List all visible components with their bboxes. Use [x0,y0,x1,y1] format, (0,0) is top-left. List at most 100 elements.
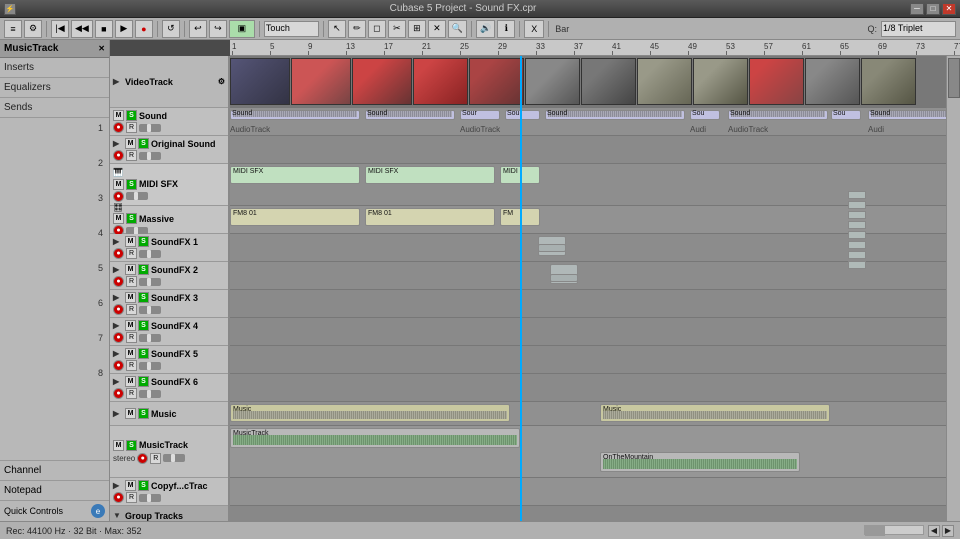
channel-item[interactable]: Channel [0,461,109,481]
track-row-sfx1[interactable] [230,234,946,262]
track-row-sfx4[interactable] [230,318,946,346]
sfx2-mute[interactable]: M [125,264,136,275]
erase-tool-btn[interactable]: ◻ [368,20,386,38]
sfx1-rec[interactable]: ● [113,248,124,259]
sfx4-mute[interactable]: M [125,320,136,331]
original-sound-mute-btn[interactable]: M [125,138,136,149]
copytrack-solo[interactable]: S [138,480,149,491]
scrollbar-thumb[interactable] [948,58,960,98]
music-solo[interactable]: S [138,408,149,419]
musictrack-level[interactable] [163,454,185,462]
musictrack-solo[interactable]: S [126,440,137,451]
mute-tool-btn[interactable]: ✕ [428,20,446,38]
sfx-r-clip-7[interactable] [848,251,866,259]
original-sound-solo-btn[interactable]: S [138,138,149,149]
prev-btn[interactable]: ◀◀ [71,20,93,38]
original-sound-monitor-btn[interactable]: R [126,150,137,161]
sfx3-solo[interactable]: S [138,292,149,303]
fm8-clip-3[interactable]: FM [500,208,540,226]
track-row-sfx5[interactable] [230,346,946,374]
sfx-r-clip-2[interactable] [848,201,866,209]
sfx3-rec[interactable]: ● [113,304,124,315]
sfx3-expand[interactable]: ▶ [113,293,123,303]
snap-off-btn[interactable]: X [524,20,544,38]
sfx6-rec[interactable]: ● [113,388,124,399]
midi-sfx-level[interactable] [126,192,148,200]
copytrack-rec[interactable]: ● [113,492,124,503]
sfx5-r[interactable]: R [126,360,137,371]
track-row-music[interactable]: Music Music [230,402,946,426]
quick-controls-btn[interactable]: e [91,504,105,518]
track-row-original-sound[interactable] [230,136,946,164]
midi-sfx-mute-btn[interactable]: M [113,179,124,190]
track-row-massive[interactable]: FM8 01 FM8 01 FM [230,206,946,234]
musictrack-r[interactable]: R [150,453,161,464]
music-expand[interactable]: ▶ [113,409,123,419]
draw-tool-btn[interactable]: ✏ [348,20,366,38]
sfx1-clip-b[interactable] [538,244,566,252]
sfx4-solo[interactable]: S [138,320,149,331]
track-row-musictrack[interactable]: MusicTrack OnTheMountain [230,426,946,478]
minimize-button[interactable]: ─ [910,3,924,15]
track-content[interactable]: Sound Sound Sour Sour Sound Sou [230,56,946,521]
sfx-r-clip-3[interactable] [848,211,866,219]
window-controls[interactable]: ─ □ ✕ [910,3,956,15]
fm8-clip-2[interactable]: FM8 01 [365,208,495,226]
sfx1-level[interactable] [139,250,161,258]
sound-level-knob[interactable] [139,124,161,132]
copytrack-mute[interactable]: M [125,480,136,491]
inserts-section[interactable]: Inserts [0,58,109,78]
sfx5-solo[interactable]: S [138,348,149,359]
sfx4-rec[interactable]: ● [113,332,124,343]
midi-sfx-rec-btn[interactable]: ● [113,191,124,202]
track-row-sfx6[interactable] [230,374,946,402]
sfx6-mute[interactable]: M [125,376,136,387]
equalizers-section[interactable]: Equalizers [0,78,109,98]
track-row-video[interactable] [230,56,946,108]
vertical-scrollbar[interactable] [946,56,960,521]
sound-rec-btn[interactable]: ● [113,122,124,133]
track-row-sfx3[interactable] [230,290,946,318]
music-clip-1[interactable]: Music [230,404,510,422]
musictrack-clip-1[interactable]: MusicTrack [230,428,520,448]
sends-section[interactable]: Sends [0,98,109,118]
midi-clip-3[interactable]: MIDI [500,166,540,184]
zoom-tool-btn[interactable]: 🔍 [448,20,467,38]
horizontal-scrollbar[interactable] [864,525,924,535]
sfx4-level[interactable] [139,334,161,342]
sfx2-r[interactable]: R [126,276,137,287]
videotrack-config-btn[interactable]: ⚙ [218,77,225,86]
play-btn[interactable]: ▶ [115,20,133,38]
sfx3-r[interactable]: R [126,304,137,315]
left-panel-close-btn[interactable]: ✕ [98,44,105,53]
sfx-r-clip-5[interactable] [848,231,866,239]
horizontal-scroll-thumb[interactable] [865,526,885,536]
speaker-btn[interactable]: 🔊 [476,20,495,38]
track-row-sound[interactable]: Sound Sound Sour Sour Sound Sou [230,108,946,136]
scroll-left-btn[interactable]: ◀ [928,525,940,537]
copytrack-level[interactable] [139,494,161,502]
sfx6-solo[interactable]: S [138,376,149,387]
track-row-copytrack[interactable] [230,478,946,506]
sfx-r-clip-8[interactable] [848,261,866,269]
snap-btn[interactable]: ▣ [229,20,255,38]
original-sound-level[interactable] [139,152,161,160]
onthemountain-clip[interactable]: OnTheMountain [600,452,800,472]
musictrack-rec[interactable]: ● [137,453,148,464]
sfx2-rec[interactable]: ● [113,276,124,287]
info-btn[interactable]: ℹ [497,20,515,38]
original-sound-expand[interactable]: ▶ [113,139,123,149]
stop-btn[interactable]: ■ [95,20,113,38]
close-button[interactable]: ✕ [942,3,956,15]
videotrack-expand-arrow[interactable]: ▶ [113,77,123,87]
sound-monitor-btn[interactable]: R [126,122,137,133]
toolbar-menu-btn[interactable]: ≡ [4,20,22,38]
track-row-grouptracks[interactable] [230,506,946,521]
sfx2-clip-b[interactable] [550,274,578,282]
track-row-midi-sfx[interactable]: MIDI SFX MIDI SFX MIDI [230,164,946,206]
sfx3-mute[interactable]: M [125,292,136,303]
undo-btn[interactable]: ↩ [189,20,207,38]
sfx5-expand[interactable]: ▶ [113,349,123,359]
sfx2-level[interactable] [139,278,161,286]
timeline-ruler[interactable]: 1 5 9 13 17 21 25 29 33 37 41 45 49 [230,40,960,56]
